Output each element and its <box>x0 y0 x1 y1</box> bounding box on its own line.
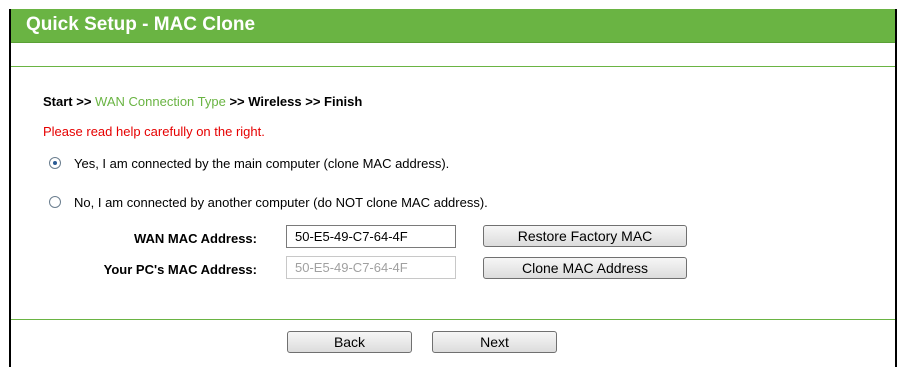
radio-label-clone: Yes, I am connected by the main computer… <box>74 155 450 171</box>
breadcrumb: Start >> WAN Connection Type >> Wireless… <box>43 94 362 109</box>
help-note: Please read help carefully on the right. <box>43 124 265 139</box>
breadcrumb-start: Start >> <box>43 94 92 109</box>
radio-label-no-clone: No, I am connected by another computer (… <box>74 194 488 210</box>
pc-mac-label: Your PC's MAC Address: <box>103 262 257 277</box>
page-title: Quick Setup - MAC Clone <box>26 14 256 35</box>
breadcrumb-wan-connection-type-link[interactable]: WAN Connection Type <box>95 94 226 109</box>
top-divider <box>11 66 895 67</box>
pc-mac-field: 50-E5-49-C7-64-4F <box>286 256 456 279</box>
header-bar: Quick Setup - MAC Clone <box>11 9 895 43</box>
radio-option-clone[interactable]: Yes, I am connected by the main computer… <box>49 155 449 171</box>
next-button[interactable]: Next <box>432 331 557 353</box>
back-button[interactable]: Back <box>287 331 412 353</box>
breadcrumb-rest: >> Wireless >> Finish <box>229 94 363 109</box>
bottom-divider <box>11 319 895 320</box>
radio-selected-dot <box>53 161 57 165</box>
radio-button-no-clone[interactable] <box>49 196 61 208</box>
radio-option-no-clone[interactable]: No, I am connected by another computer (… <box>49 194 488 210</box>
wan-mac-label: WAN MAC Address: <box>133 231 257 246</box>
restore-factory-mac-button[interactable]: Restore Factory MAC <box>483 225 687 247</box>
radio-button-clone[interactable] <box>49 157 61 169</box>
clone-mac-address-button[interactable]: Clone MAC Address <box>483 257 687 279</box>
quick-setup-panel: Quick Setup - MAC Clone Start >> WAN Con… <box>9 9 897 367</box>
wan-mac-field[interactable]: 50-E5-49-C7-64-4F <box>286 225 456 248</box>
